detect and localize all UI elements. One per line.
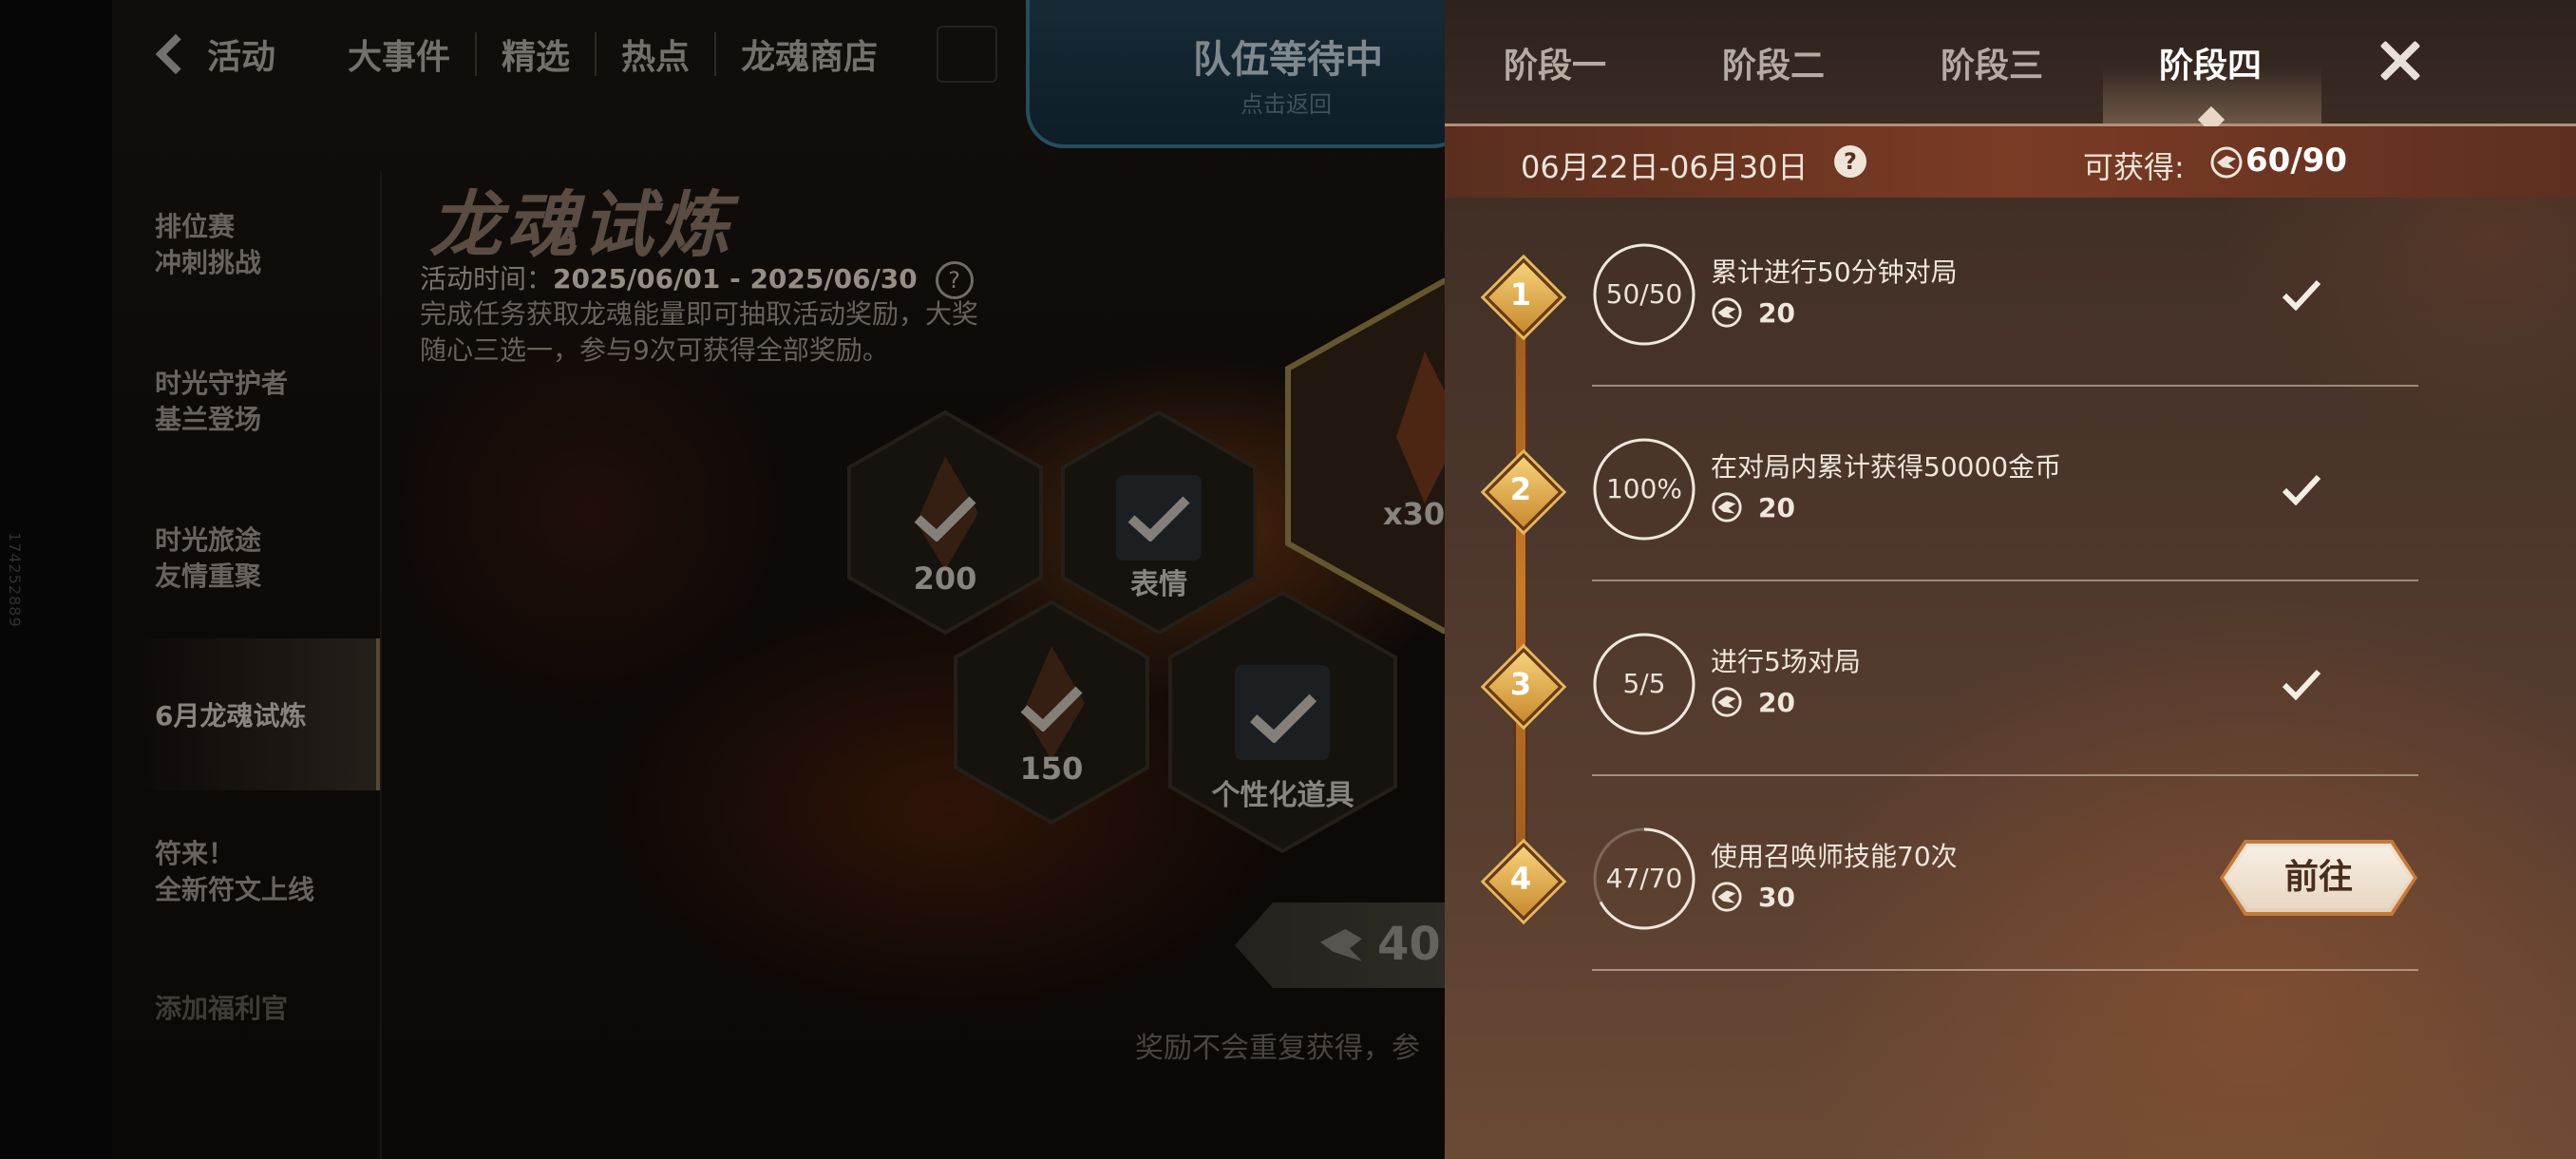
task-reward-value: 20 <box>1758 296 1795 329</box>
dim-overlay <box>0 0 1445 1159</box>
stage-info-strip: 06月22日-06月30日 ? 可获得: 60/90 <box>1445 126 2576 198</box>
close-button[interactable] <box>2374 34 2427 87</box>
task-index: 1 <box>1509 276 1532 313</box>
task-progress-text: 47/70 <box>1605 863 1683 894</box>
task-reward-value: 20 <box>1758 491 1795 523</box>
dragon-soul-icon <box>2210 146 2243 179</box>
task-progress-ring: 5/5 <box>1592 632 1696 736</box>
task-progress-text: 50/50 <box>1605 278 1683 310</box>
dragon-soul-icon <box>1712 882 1742 912</box>
stage-tabs: 阶段一 阶段二 阶段三 阶段四 <box>1445 0 2576 134</box>
check-icon <box>2282 669 2321 700</box>
task-index: 2 <box>1509 471 1532 507</box>
task-progress-ring: 50/50 <box>1592 242 1696 347</box>
tab-stage-1[interactable]: 阶段一 <box>1504 38 1606 87</box>
task-title: 进行5场对局 <box>1711 646 1861 677</box>
task-timeline <box>1514 294 1527 884</box>
task-reward-value: 20 <box>1758 686 1795 718</box>
task-index-diamond: 2 <box>1484 452 1563 532</box>
task-index: 3 <box>1509 666 1532 702</box>
help-icon[interactable]: ? <box>1834 145 1866 178</box>
check-icon <box>2282 474 2321 505</box>
task-progress-ring: 100% <box>1592 437 1696 542</box>
dragon-soul-icon <box>1712 492 1742 522</box>
goto-button[interactable]: 前往 <box>2224 844 2414 912</box>
tab-stage-2[interactable]: 阶段二 <box>1722 38 1825 87</box>
dragon-soul-icon <box>1712 687 1742 717</box>
task-title: 在对局内累计获得50000金币 <box>1711 451 2062 483</box>
tab-stage-4[interactable]: 阶段四 <box>2159 38 2262 87</box>
stage-date-range: 06月22日-06月30日 <box>1521 149 1809 185</box>
task-reward: 20 <box>1711 491 1795 523</box>
task-separator <box>1592 774 2418 776</box>
task-progress-text: 100% <box>1605 473 1683 504</box>
task-progress-text: 5/5 <box>1622 668 1666 699</box>
stage-task-panel: 阶段一 阶段二 阶段三 阶段四 06月22日-06月30日 ? 可获得: 60/… <box>1445 0 2576 1159</box>
task-separator <box>1592 969 2418 971</box>
task-index-diamond: 4 <box>1484 842 1563 922</box>
tab-stage-3[interactable]: 阶段三 <box>1941 38 2043 87</box>
task-reward-value: 30 <box>1758 881 1795 913</box>
check-icon <box>2282 279 2321 311</box>
dragon-soul-icon <box>1712 297 1742 328</box>
task-reward: 20 <box>1711 686 1795 718</box>
task-index-diamond: 1 <box>1484 257 1563 337</box>
task-title: 累计进行50分钟对局 <box>1711 256 1958 288</box>
task-separator <box>1592 580 2418 581</box>
task-title: 使用召唤师技能70次 <box>1711 841 1958 872</box>
task-index: 4 <box>1509 861 1532 897</box>
task-index-diamond: 3 <box>1484 647 1563 727</box>
task-reward: 20 <box>1711 296 1795 329</box>
task-separator <box>1592 385 2418 387</box>
gain-value: 60/90 <box>2245 142 2348 180</box>
task-reward: 30 <box>1711 881 1795 913</box>
gain-label: 可获得: <box>2083 149 2185 185</box>
task-progress-ring: 47/70 <box>1592 826 1696 931</box>
goto-button-label: 前往 <box>2283 858 2353 897</box>
